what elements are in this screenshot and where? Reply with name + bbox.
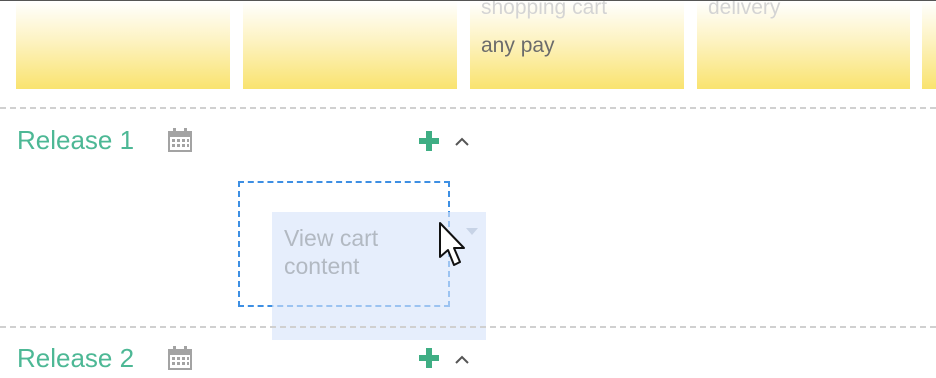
story-card[interactable] (922, 1, 936, 89)
chevron-up-icon[interactable] (454, 135, 470, 147)
story-card[interactable] (243, 1, 457, 89)
story-card[interactable]: shopping cart any pay (470, 1, 684, 89)
calendar-icon[interactable] (167, 345, 193, 371)
release-divider (0, 326, 936, 328)
story-card[interactable] (16, 1, 230, 89)
mouse-pointer-icon (439, 222, 465, 266)
chevron-up-icon[interactable] (454, 353, 470, 365)
story-card[interactable]: delivery (697, 1, 910, 89)
release-divider (0, 107, 936, 109)
release-1-label[interactable]: Release 1 (17, 125, 134, 156)
dragged-card-line2: content (284, 253, 360, 279)
plus-icon[interactable] (418, 130, 440, 152)
story-card-title-line2: any pay (481, 34, 555, 57)
release-2-label[interactable]: Release 2 (17, 343, 134, 374)
plus-icon[interactable] (418, 347, 440, 369)
dragged-card-line1: View cart (284, 225, 379, 251)
dragged-card-text: View cart content (284, 224, 378, 280)
story-card-title-line1: delivery (708, 1, 781, 19)
story-card-title-line1: shopping cart (481, 1, 608, 19)
calendar-icon[interactable] (167, 127, 193, 153)
